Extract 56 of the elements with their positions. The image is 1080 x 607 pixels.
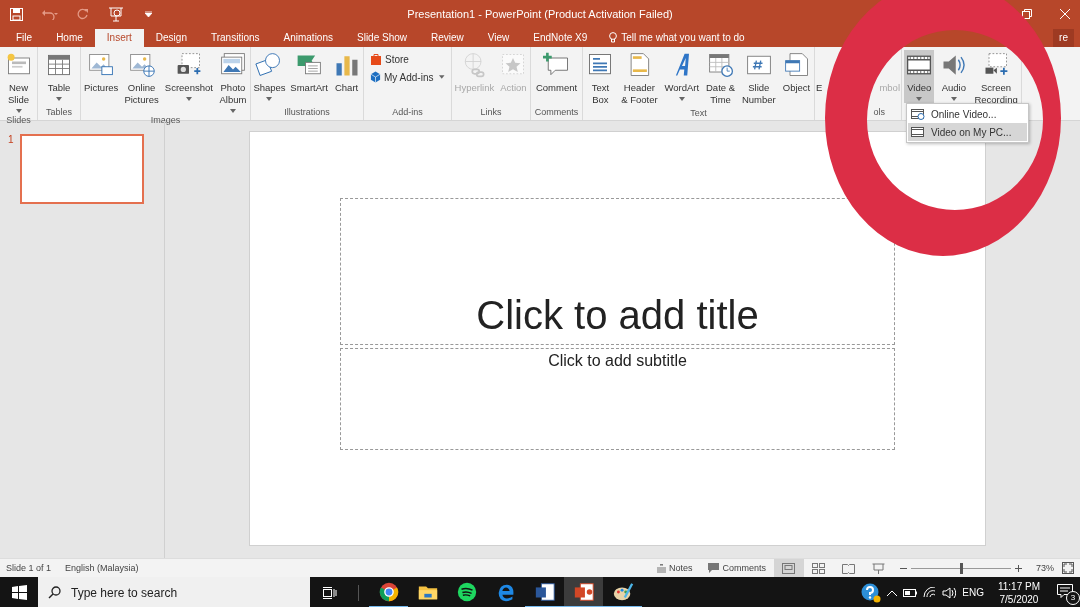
group-label: Illustrations bbox=[284, 107, 330, 119]
ribbon-tab[interactable]: Review bbox=[419, 29, 476, 47]
group-label: Links bbox=[480, 107, 502, 119]
ribbon-tab[interactable]: Slide Show bbox=[345, 29, 419, 47]
menu-item[interactable]: Online Video... bbox=[908, 105, 1027, 123]
ribbon-button[interactable]: Audio bbox=[938, 50, 969, 103]
notes-button[interactable]: Notes bbox=[648, 559, 701, 577]
ribbon-button[interactable]: Table bbox=[44, 50, 74, 103]
group-label: Tables bbox=[46, 107, 72, 119]
group-label: Text bbox=[690, 108, 707, 120]
ribbon-button[interactable]: Online Pictures bbox=[123, 50, 160, 108]
ribbon-button[interactable]: Header & Footer bbox=[620, 50, 659, 108]
ribbon-tab[interactable]: Insert bbox=[94, 29, 144, 47]
input-language[interactable]: ENG bbox=[962, 587, 984, 598]
subtitle-placeholder[interactable]: Click to add subtitle bbox=[340, 348, 895, 450]
notifications-button[interactable]: 3 bbox=[1054, 579, 1080, 606]
ribbon-button[interactable]: Object bbox=[781, 50, 812, 96]
ribbon-button[interactable]: WordArt bbox=[663, 50, 701, 103]
clock[interactable]: 11:17 PM 7/5/2020 bbox=[997, 579, 1040, 606]
ribbon-button[interactable]: Shapes bbox=[252, 50, 287, 103]
ribbon-tab[interactable]: Home bbox=[44, 29, 95, 47]
group-label: Images bbox=[150, 115, 181, 125]
share-button[interactable]: re bbox=[1053, 29, 1074, 47]
zoom-level[interactable]: 73% bbox=[1036, 563, 1054, 573]
ribbon-tab[interactable]: EndNote X9 bbox=[521, 29, 600, 47]
group-label: Comments bbox=[534, 107, 579, 119]
group-label: Add-ins bbox=[392, 107, 423, 119]
tell-me-field[interactable]: Tell me what you want to do bbox=[621, 32, 745, 43]
ribbon-tab[interactable]: Design bbox=[143, 29, 199, 47]
ribbon-button[interactable]: Pictures bbox=[83, 50, 120, 96]
ribbon-button[interactable]: Video bbox=[904, 50, 935, 103]
ribbon-button[interactable]: Date & Time bbox=[705, 50, 737, 108]
search-field[interactable]: Type here to search bbox=[38, 577, 310, 607]
ribbon-tab[interactable]: File bbox=[4, 29, 45, 47]
comments-button[interactable]: Comments bbox=[700, 559, 774, 577]
group-label: ols bbox=[873, 107, 885, 119]
ribbon-button[interactable]: My Add-ins bbox=[370, 71, 445, 83]
ribbon-button[interactable]: New Slide bbox=[3, 50, 34, 115]
slide-number: 1 bbox=[8, 134, 15, 145]
ribbon-button[interactable]: Screenshot bbox=[163, 50, 214, 103]
language-label[interactable]: English (Malaysia) bbox=[65, 563, 139, 573]
ribbon-tab[interactable]: Animations bbox=[271, 29, 345, 47]
menu-item[interactable]: Video on My PC... bbox=[908, 123, 1027, 141]
ribbon-button[interactable]: Store bbox=[370, 53, 445, 65]
group-label: Slides bbox=[6, 115, 31, 125]
ribbon-tab[interactable]: View bbox=[475, 29, 522, 47]
ribbon-button[interactable]: E bbox=[815, 81, 824, 96]
ribbon-button[interactable]: Photo Album bbox=[217, 50, 248, 115]
ribbon-button[interactable]: Text Box bbox=[585, 50, 616, 108]
ribbon-button[interactable]: Slide Number bbox=[740, 50, 777, 108]
ribbon-tab[interactable]: Transitions bbox=[198, 29, 272, 47]
window-title: Presentation1 - PowerPoint (Product Activation Failed) bbox=[407, 8, 673, 20]
slide-info: Slide 1 of 1 bbox=[6, 563, 52, 573]
ribbon-button[interactable]: Comment bbox=[534, 50, 579, 96]
ribbon-button[interactable]: Chart bbox=[331, 50, 362, 96]
ribbon-button[interactable]: SmartArt bbox=[289, 50, 329, 96]
